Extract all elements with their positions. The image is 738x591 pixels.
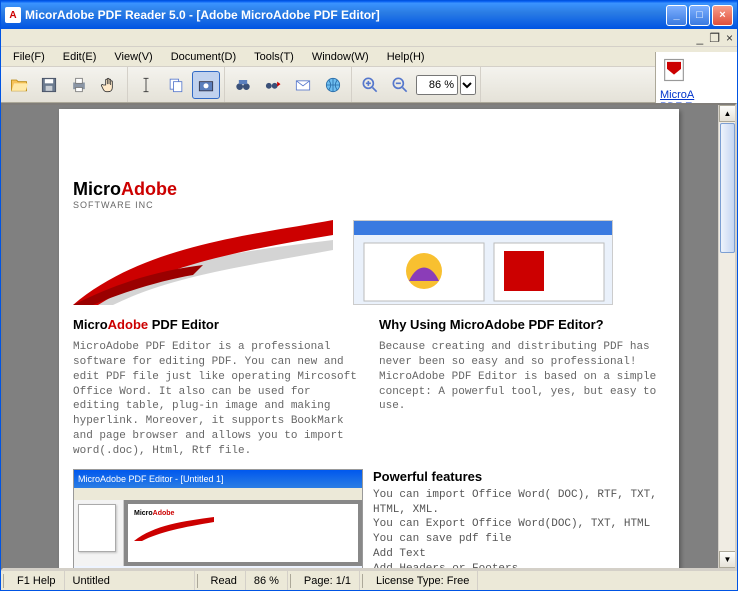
zoom-out-button[interactable]: [386, 71, 414, 99]
zoom-in-icon: [360, 75, 380, 95]
save-button[interactable]: [35, 71, 63, 99]
menu-edit[interactable]: Edit(E): [55, 49, 105, 65]
mdi-controls: _ ❐ ×: [1, 29, 737, 47]
logo-adobe: Adobe: [121, 179, 177, 199]
status-help: F1 Help: [9, 571, 65, 590]
envelope-icon: [293, 75, 313, 95]
copy-icon: [166, 75, 186, 95]
copy-button[interactable]: [162, 71, 190, 99]
scroll-thumb[interactable]: [720, 123, 735, 253]
mdi-close-button[interactable]: ×: [726, 31, 733, 45]
logo-subtitle: SOFTWARE INC: [73, 200, 665, 210]
titlebar: A MicorAdobe PDF Reader 5.0 - [Adobe Mic…: [1, 1, 737, 29]
email-button[interactable]: [289, 71, 317, 99]
zoom-out-icon: [390, 75, 410, 95]
snapshot-button[interactable]: [192, 71, 220, 99]
taskpane-link-1[interactable]: MicroA: [660, 89, 733, 101]
heading-why: Why Using MicroAdobe PDF Editor?: [379, 317, 665, 332]
binoculars-icon: [233, 75, 253, 95]
logo-micro: Micro: [73, 179, 121, 199]
heading-features: Powerful features: [373, 469, 665, 484]
hand-icon: [99, 75, 119, 95]
statusbar: F1 Help Untitled Read 86 % Page: 1/1 Lic…: [1, 570, 737, 590]
app-icon: A: [5, 7, 21, 23]
folder-open-icon: [9, 75, 29, 95]
content-area: MicroAdobe SOFTWARE INC MicroAdobe PDF E…: [1, 103, 737, 570]
menu-help[interactable]: Help(H): [379, 49, 433, 65]
zoom-dropdown[interactable]: [460, 75, 476, 95]
toolbar: MicroA PDF E: [1, 67, 737, 103]
scroll-down-button[interactable]: ▼: [719, 551, 736, 568]
floppy-icon: [39, 75, 59, 95]
hand-tool-button[interactable]: [95, 71, 123, 99]
document-viewport[interactable]: MicroAdobe SOFTWARE INC MicroAdobe PDF E…: [1, 103, 737, 570]
open-button[interactable]: [5, 71, 33, 99]
web-button[interactable]: [319, 71, 347, 99]
status-docname: Untitled: [65, 571, 195, 590]
features-block: Powerful features You can import Office …: [373, 469, 665, 570]
mini-window-title: MicroAdobe PDF Editor - [Untitled 1]: [74, 474, 224, 484]
hero-row: [73, 220, 665, 305]
camera-icon: [196, 75, 216, 95]
menu-window[interactable]: Window(W): [304, 49, 377, 65]
menubar: File(F) Edit(E) View(V) Document(D) Tool…: [1, 47, 737, 67]
mdi-restore-button[interactable]: ❐: [709, 31, 720, 45]
hero-swoosh-graphic: [73, 220, 333, 305]
status-zoom: 86 %: [246, 571, 288, 590]
features-list: You can import Office Word( DOC), RTF, T…: [373, 488, 665, 570]
hero-screenshot-graphic: [353, 220, 613, 305]
printer-icon: [69, 75, 89, 95]
menu-tools[interactable]: Tools(T): [246, 49, 302, 65]
pdf-page: MicroAdobe SOFTWARE INC MicroAdobe PDF E…: [59, 109, 679, 570]
lower-row: MicroAdobe PDF Editor - [Untitled 1] Mic…: [73, 469, 665, 570]
paragraph-why: Because creating and distributing PDF ha…: [379, 340, 665, 414]
paragraph-description: MicroAdobe PDF Editor is a professional …: [73, 340, 359, 459]
find-next-button[interactable]: [259, 71, 287, 99]
status-mode: Read: [203, 571, 246, 590]
menu-document[interactable]: Document(D): [163, 49, 244, 65]
find-button[interactable]: [229, 71, 257, 99]
text-select-button[interactable]: [132, 71, 160, 99]
globe-icon: [323, 75, 343, 95]
logo: MicroAdobe SOFTWARE INC: [73, 179, 665, 210]
mdi-minimize-button[interactable]: _: [697, 31, 704, 45]
text-columns: MicroAdobe PDF Editor MicroAdobe PDF Edi…: [73, 317, 665, 459]
status-page: Page: 1/1: [296, 571, 360, 590]
text-cursor-icon: [136, 75, 156, 95]
maximize-button[interactable]: □: [689, 5, 710, 26]
application-window: A MicorAdobe PDF Reader 5.0 - [Adobe Mic…: [0, 0, 738, 591]
pdf-icon: [660, 56, 688, 84]
left-column: MicroAdobe PDF Editor MicroAdobe PDF Edi…: [73, 317, 359, 459]
window-title: MicorAdobe PDF Reader 5.0 - [Adobe Micro…: [25, 8, 666, 22]
heading-editor: MicroAdobe PDF Editor: [73, 317, 359, 332]
menu-view[interactable]: View(V): [106, 49, 160, 65]
zoom-input[interactable]: [416, 75, 458, 95]
embedded-screenshot: MicroAdobe PDF Editor - [Untitled 1] Mic…: [73, 469, 363, 569]
zoom-in-button[interactable]: [356, 71, 384, 99]
vertical-scrollbar[interactable]: ▲ ▼: [718, 105, 735, 568]
print-button[interactable]: [65, 71, 93, 99]
binoculars-arrow-icon: [263, 75, 283, 95]
menu-file[interactable]: File(F): [5, 49, 53, 65]
minimize-button[interactable]: _: [666, 5, 687, 26]
status-license: License Type: Free: [368, 571, 478, 590]
close-button[interactable]: ×: [712, 5, 733, 26]
scroll-up-button[interactable]: ▲: [719, 105, 736, 122]
right-column: Why Using MicroAdobe PDF Editor? Because…: [379, 317, 665, 459]
